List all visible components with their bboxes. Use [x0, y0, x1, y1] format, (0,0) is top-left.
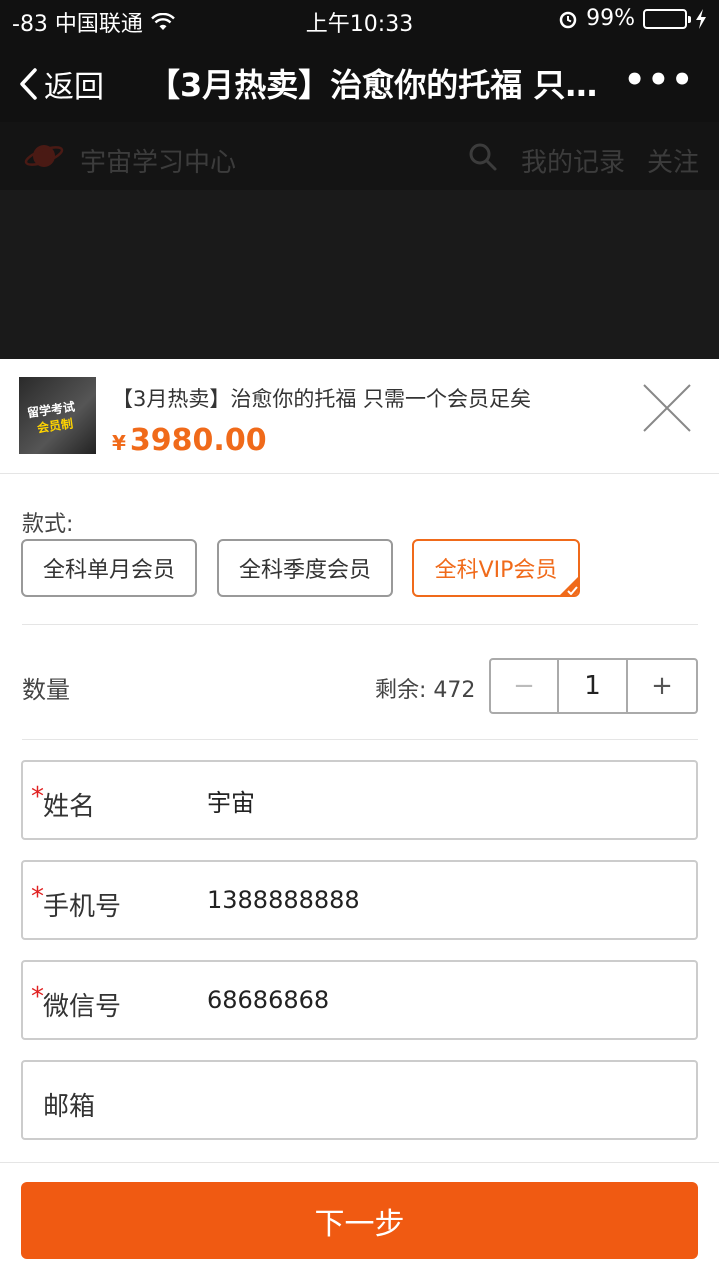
chevron-left-icon: [20, 68, 37, 100]
style-option-monthly[interactable]: 全科单月会员: [21, 539, 197, 597]
search-icon: [469, 143, 497, 171]
wechat-input[interactable]: [207, 980, 677, 1020]
name-field-label: 姓名: [43, 792, 96, 822]
thumbnail-text-line2: 会员制: [36, 416, 74, 436]
style-option-vip[interactable]: 全科VIP会员: [412, 539, 580, 597]
background-site-name: 宇宙学习中心: [80, 148, 237, 178]
product-header: 留学考试 会员制 【3月热卖】治愈你的托福 只需一个会员足矣 ¥3980.00: [0, 359, 719, 474]
back-label: 返回: [44, 70, 104, 105]
my-records-link: 我的记录: [520, 148, 625, 178]
footer-divider: [0, 1162, 719, 1163]
name-input[interactable]: [207, 780, 677, 820]
nav-title: 【3月热卖】治愈你的托福 只…: [148, 66, 598, 104]
status-right: 99%: [558, 6, 707, 31]
alarm-icon: [559, 11, 577, 28]
quantity-minus-button[interactable]: −: [491, 660, 559, 712]
quantity-label: 数量: [22, 676, 70, 704]
style-label: 款式:: [22, 512, 74, 537]
email-field[interactable]: 邮箱: [21, 1060, 698, 1140]
background-links: 我的记录 关注: [521, 142, 699, 179]
product-price: ¥3980.00: [112, 423, 267, 458]
planet-logo-icon: [24, 145, 64, 167]
product-title: 【3月热卖】治愈你的托福 只需一个会员足矣: [112, 387, 532, 411]
email-input[interactable]: [207, 1080, 677, 1120]
nav-bar: 返回 【3月热卖】治愈你的托福 只… •••: [0, 40, 719, 122]
name-field[interactable]: * 姓名: [21, 760, 698, 840]
price-value: 3980.00: [129, 423, 267, 458]
quantity-stepper: − 1 +: [489, 658, 698, 714]
status-bar: -83 中国联通 上午10:33 99%: [0, 0, 719, 40]
wechat-field[interactable]: * 微信号: [21, 960, 698, 1040]
wechat-field-label: 微信号: [43, 992, 122, 1022]
price-currency: ¥: [112, 431, 126, 455]
style-option-vip-label: 全科VIP会员: [434, 558, 558, 583]
stock-remaining: 剩余: 472: [375, 678, 476, 703]
quantity-plus-button[interactable]: +: [628, 660, 696, 712]
battery-percent: 99%: [586, 6, 635, 31]
quantity-value[interactable]: 1: [559, 660, 628, 712]
background-page-overlay[interactable]: 宇宙学习中心 我的记录 关注: [0, 122, 719, 359]
email-field-label: 邮箱: [43, 1092, 96, 1122]
divider: [22, 739, 698, 740]
phone-input[interactable]: [207, 880, 677, 920]
battery-icon: [643, 8, 691, 29]
selected-check-icon: [560, 577, 578, 595]
background-header: 宇宙学习中心 我的记录 关注: [0, 122, 719, 190]
more-menu-button[interactable]: •••: [624, 60, 695, 100]
back-button[interactable]: 返回: [18, 62, 104, 106]
phone-field[interactable]: * 手机号: [21, 860, 698, 940]
follow-link: 关注: [646, 148, 699, 178]
purchase-sheet: 留学考试 会员制 【3月热卖】治愈你的托福 只需一个会员足矣 ¥3980.00 …: [0, 359, 719, 1280]
close-icon[interactable]: [640, 381, 694, 435]
next-step-button[interactable]: 下一步: [21, 1182, 698, 1259]
product-thumbnail: 留学考试 会员制: [19, 377, 96, 454]
charging-icon: [696, 8, 706, 29]
divider: [22, 624, 698, 625]
style-option-quarterly[interactable]: 全科季度会员: [217, 539, 393, 597]
phone-field-label: 手机号: [43, 892, 122, 922]
